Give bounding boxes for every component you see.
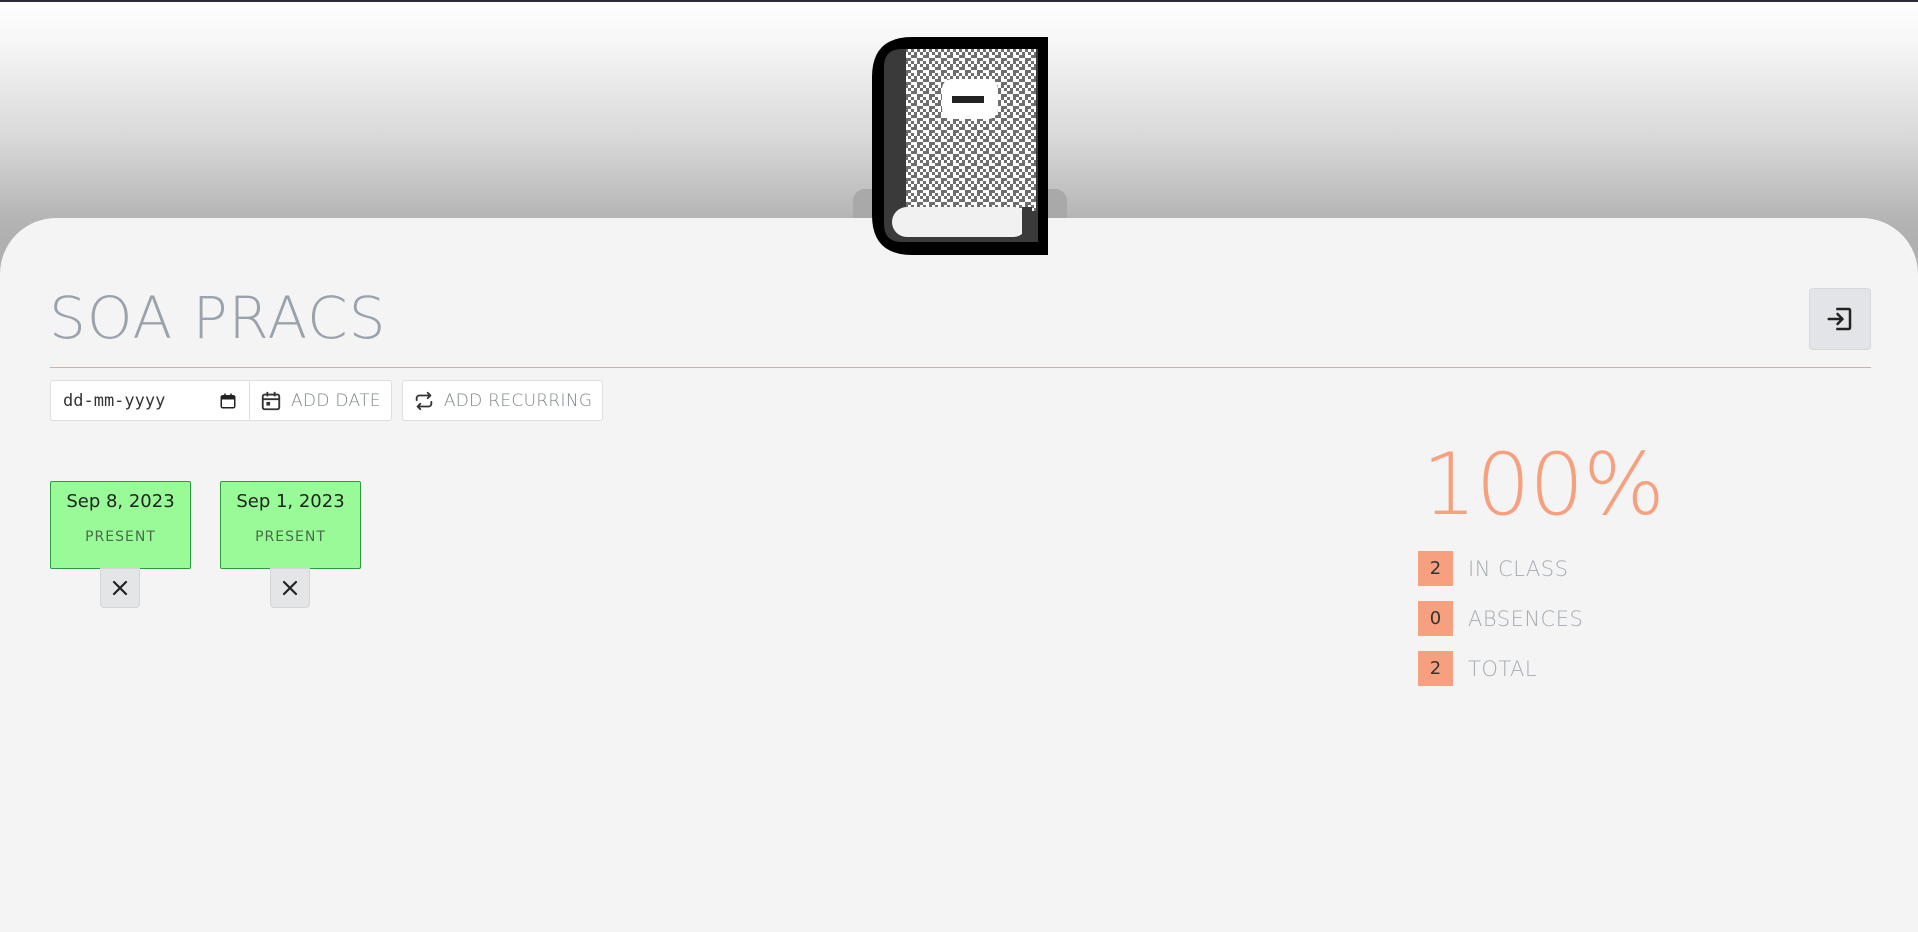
book-icon (872, 37, 1048, 255)
exit-button[interactable] (1809, 288, 1871, 350)
close-icon (112, 580, 128, 596)
stat-total: 2 TOTAL (1418, 651, 1537, 686)
attendance-date: Sep 1, 2023 (236, 491, 345, 512)
repeat-icon (415, 391, 433, 410)
attendance-status: PRESENT (85, 529, 156, 545)
attendance-date: Sep 8, 2023 (66, 491, 175, 512)
calendar-icon[interactable] (219, 392, 237, 410)
stat-in-class: 2 IN CLASS (1418, 551, 1568, 586)
attendance-status: PRESENT (255, 529, 326, 545)
toolbar: dd-mm-yyyy ADD DATE ADD RECURRING (50, 380, 604, 421)
date-input[interactable]: dd-mm-yyyy (50, 380, 250, 421)
stat-count: 2 (1418, 551, 1453, 586)
stat-label: TOTAL (1468, 656, 1538, 681)
stat-absences: 0 ABSENCES (1418, 601, 1583, 636)
attendance-percentage: 100% (1422, 435, 1665, 535)
attendance-card[interactable]: Sep 8, 2023 PRESENT (50, 481, 191, 569)
add-recurring-label: ADD RECURRING (443, 390, 593, 411)
page-title: SOA PRACS (49, 284, 387, 352)
add-date-button[interactable]: ADD DATE (250, 380, 392, 421)
exit-icon (1827, 307, 1852, 331)
add-recurring-button[interactable]: ADD RECURRING (401, 380, 604, 421)
stat-label: ABSENCES (1468, 606, 1584, 631)
title-divider (50, 367, 1871, 368)
remove-date-button[interactable] (100, 568, 140, 608)
stat-count: 2 (1418, 651, 1453, 686)
stat-count: 0 (1418, 601, 1453, 636)
date-input-placeholder: dd-mm-yyyy (63, 390, 166, 411)
close-icon (282, 580, 298, 596)
attendance-card[interactable]: Sep 1, 2023 PRESENT (220, 481, 361, 569)
remove-date-button[interactable] (270, 568, 310, 608)
add-date-label: ADD DATE (291, 390, 381, 411)
top-border (0, 0, 1918, 2)
calendar-add-icon (261, 391, 281, 410)
stat-label: IN CLASS (1468, 556, 1569, 581)
